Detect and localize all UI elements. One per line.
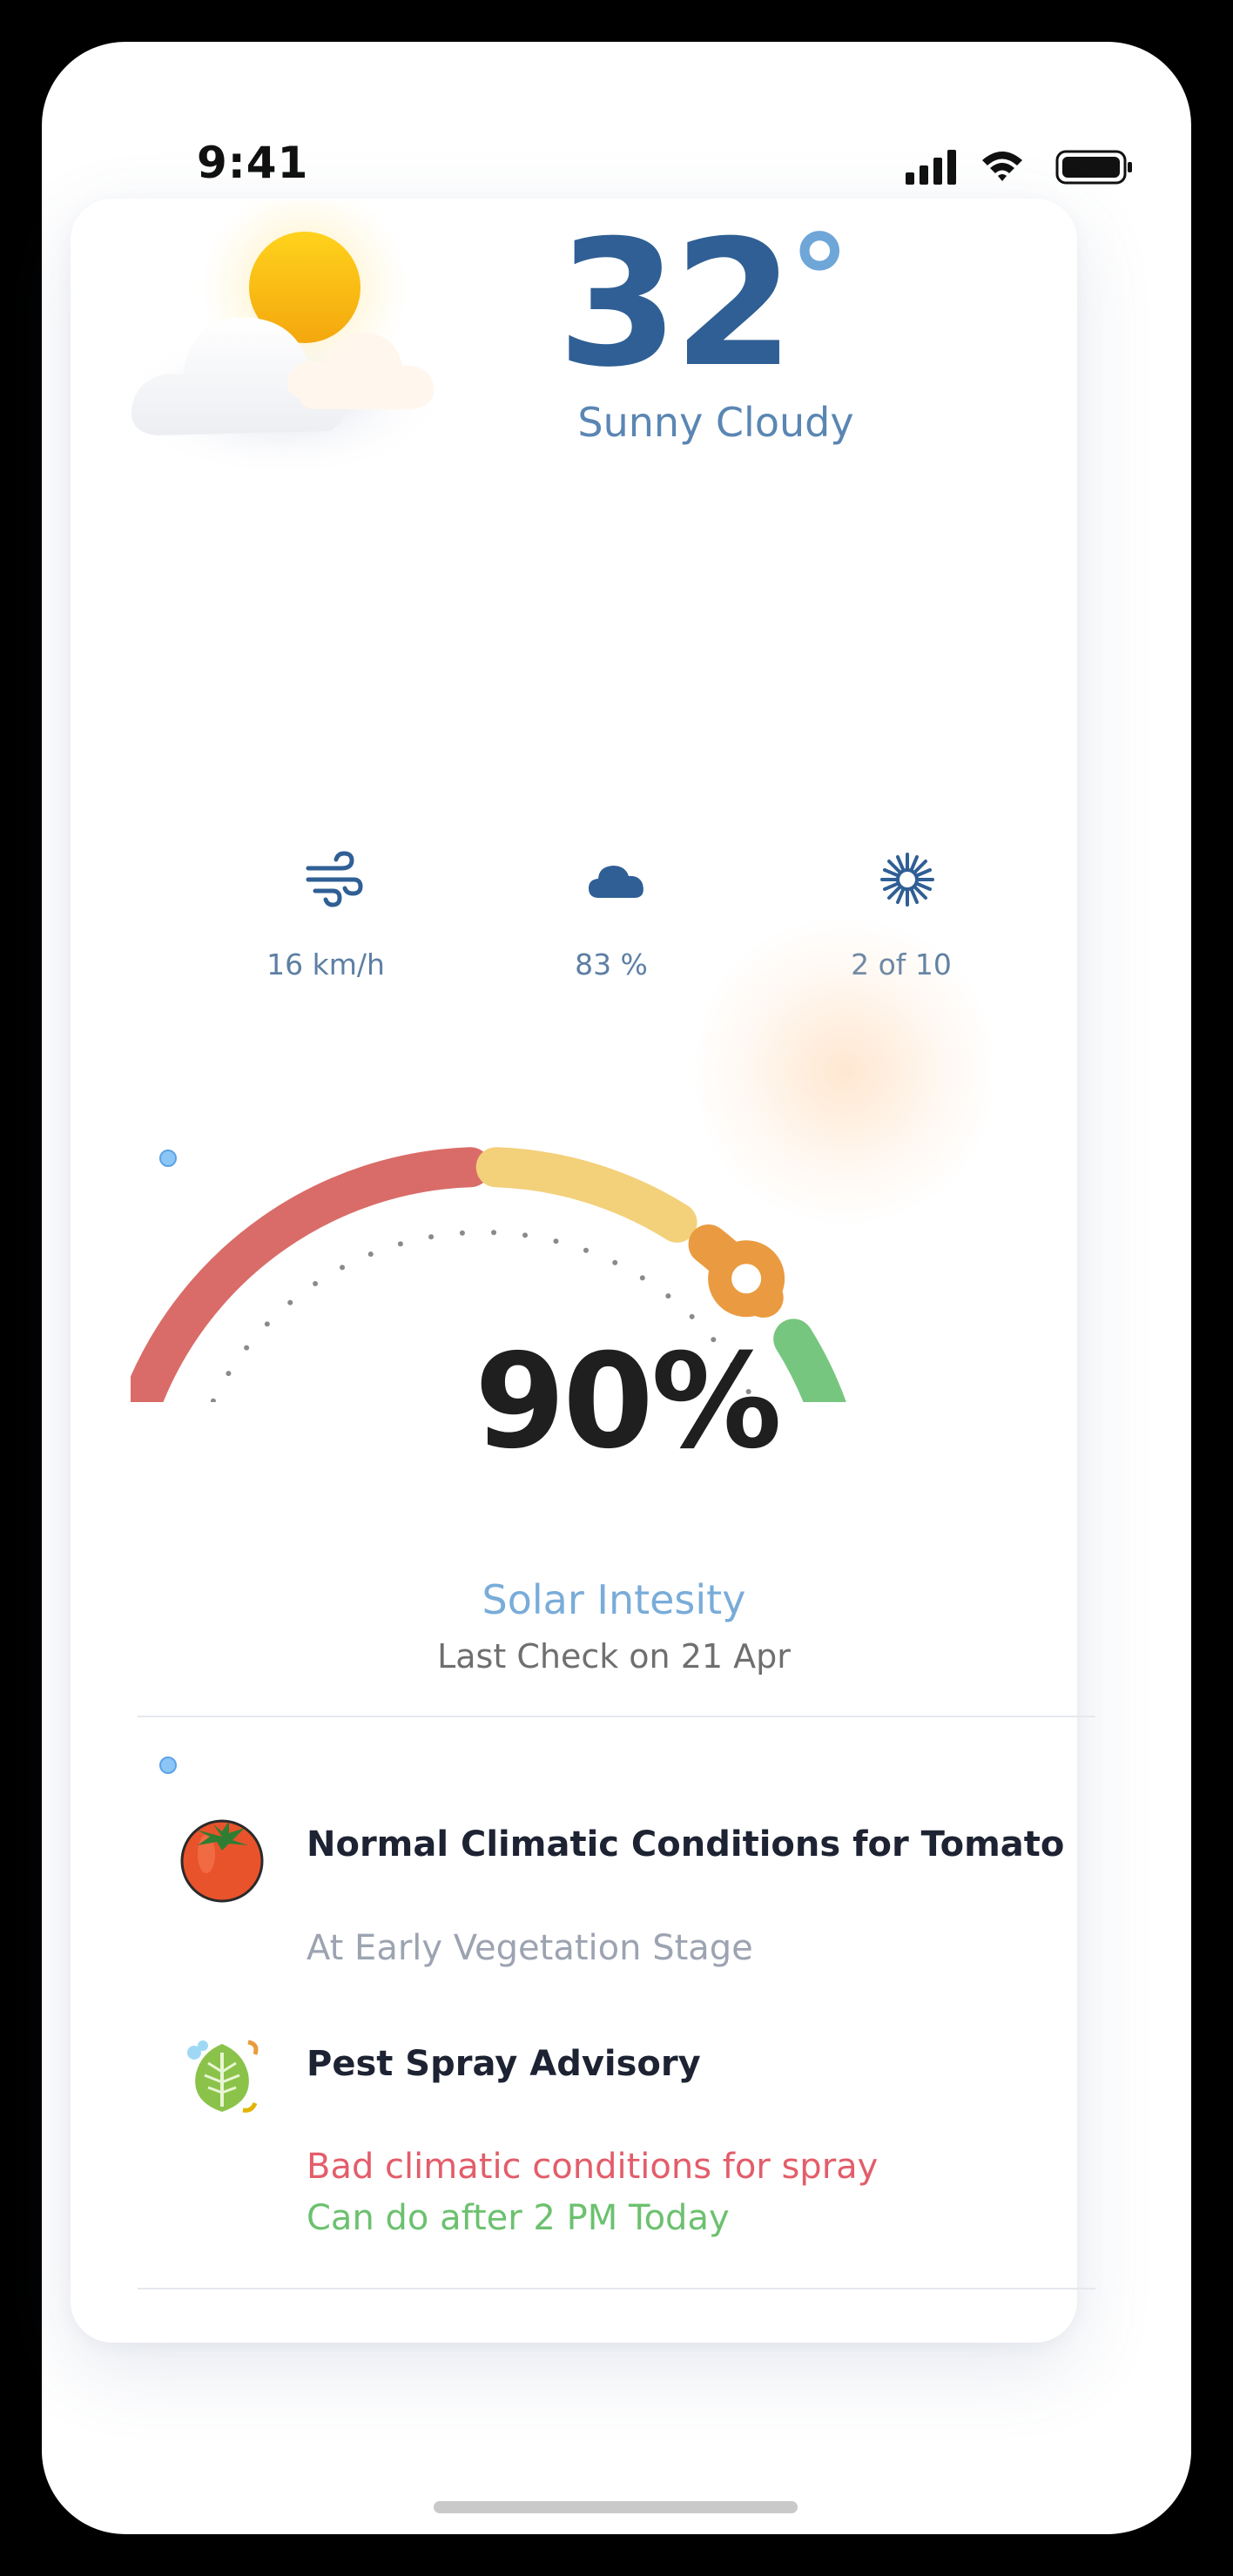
advisory-recommendation: Can do after 2 PM Today — [307, 2198, 730, 2238]
leaf-spray-icon — [187, 2040, 259, 2113]
advisory-subtitle: At Early Vegetation Stage — [307, 1928, 753, 1968]
sun-uv-icon — [880, 853, 934, 907]
gauge-tick — [491, 1230, 497, 1236]
wind-icon — [306, 851, 363, 907]
gauge-tick — [459, 1230, 465, 1236]
gauge-tick — [287, 1299, 293, 1305]
gauge-tick — [340, 1264, 346, 1271]
battery-icon — [1055, 150, 1132, 185]
gauge-knob-center — [731, 1264, 762, 1294]
temperature-value: 32° — [557, 218, 850, 392]
gauge-segment-low — [131, 1147, 491, 1402]
divider — [138, 1716, 1095, 1717]
device-frame: 9:41 32° Sunny Cloudy 16 km/h 83 % 90% S… — [0, 0, 1233, 2576]
gauge-tick — [639, 1275, 645, 1281]
gauge-tick — [689, 1313, 695, 1319]
gauge-tick — [583, 1247, 589, 1253]
status-time: 9:41 — [197, 138, 309, 188]
gauge-tick — [553, 1238, 559, 1244]
advisory-title: Pest Spray Advisory — [307, 2044, 701, 2084]
temperature-number: 32 — [557, 203, 794, 406]
solar-title: Solar Intesity — [482, 1576, 746, 1623]
sun-behind-cloud-icon — [131, 200, 448, 470]
wifi-icon — [982, 152, 1022, 181]
advisory-title: Normal Climatic Conditions for Tomato — [307, 1824, 1065, 1865]
tomato-icon — [180, 1819, 264, 1903]
status-icons — [906, 150, 1132, 185]
gauge-tick — [226, 1371, 232, 1377]
gauge-tick — [367, 1251, 374, 1258]
divider — [138, 2288, 1095, 2289]
degree-symbol: ° — [789, 210, 851, 352]
gauge-tick — [244, 1345, 250, 1351]
signal-icon — [906, 150, 956, 185]
weather-condition: Sunny Cloudy — [577, 399, 854, 446]
cloud-icon — [589, 866, 643, 898]
gauge-tick — [397, 1241, 403, 1247]
gauge-tick — [428, 1234, 435, 1240]
gauge-tick — [210, 1398, 216, 1402]
advisory-warning: Bad climatic conditions for spray — [307, 2147, 879, 2187]
gauge-tick — [665, 1293, 671, 1299]
gauge-tick — [313, 1280, 319, 1286]
gauge-segment-medium — [475, 1147, 697, 1243]
last-check-text: Last Check on 21 Apr — [437, 1637, 791, 1676]
gauge-tick — [522, 1232, 529, 1238]
home-indicator[interactable] — [434, 2501, 798, 2513]
solar-percent: 90% — [474, 1326, 782, 1478]
section-dot — [159, 1757, 177, 1774]
gauge-tick — [264, 1321, 270, 1327]
gauge-tick — [612, 1259, 618, 1265]
